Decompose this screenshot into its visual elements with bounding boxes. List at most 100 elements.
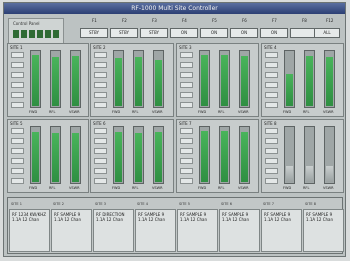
signal-meter-fill	[201, 54, 208, 106]
site-summary-card[interactable]: RF SAMPLE 9 1.1A 12 Chan	[51, 209, 92, 252]
channel-select-button[interactable]	[265, 168, 278, 174]
channel-select-button[interactable]	[11, 158, 24, 164]
channel-select-button[interactable]	[11, 148, 24, 154]
channel-select-button[interactable]	[94, 148, 107, 154]
summary-tab[interactable]: SITE 2	[53, 202, 94, 208]
channel-select-button[interactable]	[11, 52, 24, 58]
summary-tab[interactable]: SITE 4	[137, 202, 178, 208]
signal-meter-fill	[72, 56, 79, 106]
signal-meter	[219, 50, 230, 108]
signal-meter-fill	[286, 73, 293, 106]
channel-select-button[interactable]	[94, 62, 107, 68]
signal-meter	[30, 50, 41, 108]
channel-select-button[interactable]	[11, 138, 24, 144]
channel-select-button[interactable]	[180, 82, 193, 88]
channel-select-button[interactable]	[265, 148, 278, 154]
channel-select-button[interactable]	[180, 158, 193, 164]
site-panel: SITE 4 FWD RFL VSWR	[261, 43, 344, 117]
site-summary-card[interactable]: RF DIRECTION 1.1A 12 Chan	[93, 209, 134, 252]
function-key-button[interactable]: STBY	[80, 28, 108, 38]
channel-select-button[interactable]	[11, 62, 24, 68]
signal-meter-fill	[201, 131, 208, 182]
signal-meter-fill	[155, 132, 162, 182]
channel-select-button[interactable]	[180, 102, 193, 108]
channel-select-button[interactable]	[94, 178, 107, 184]
channel-select-button[interactable]	[265, 158, 278, 164]
channel-select-button[interactable]	[94, 82, 107, 88]
channel-select-button[interactable]	[180, 128, 193, 134]
site-panel-title: SITE 7	[179, 121, 192, 126]
signal-meter-fill	[306, 165, 313, 182]
channel-select-button[interactable]	[180, 148, 193, 154]
channel-select-button[interactable]	[265, 92, 278, 98]
site-summary-card[interactable]: RF SAMPLE 9 1.1A 12 Chan	[219, 209, 260, 252]
function-key-button[interactable]: ON	[170, 28, 198, 38]
meter-label: RFL	[218, 186, 225, 190]
meter-label: RFL	[218, 110, 225, 114]
meter-label: VSWR	[152, 110, 163, 114]
function-key-button[interactable]: ON	[230, 28, 258, 38]
meter-label: RFL	[132, 110, 139, 114]
meter-label: FWD	[198, 110, 207, 114]
site-summary-card[interactable]: RF SAMPLE 9 1.1A 12 Chan	[177, 209, 218, 252]
signal-meter-fill	[241, 131, 248, 182]
channel-select-button[interactable]	[94, 158, 107, 164]
channel-select-button[interactable]	[180, 62, 193, 68]
status-led	[37, 30, 43, 38]
signal-meter	[199, 126, 210, 184]
channel-select-button[interactable]	[94, 92, 107, 98]
channel-select-button[interactable]	[265, 138, 278, 144]
signal-meter	[153, 50, 164, 108]
channel-select-button[interactable]	[11, 128, 24, 134]
signal-meter	[284, 50, 295, 108]
site-summary-card[interactable]: RF SAMPLE 9 1.1A 12 Chan	[135, 209, 176, 252]
function-key-label: F4	[182, 18, 187, 23]
channel-select-button[interactable]	[180, 168, 193, 174]
signal-meter-fill	[221, 55, 228, 106]
channel-select-button[interactable]	[94, 168, 107, 174]
function-key-label: F12	[326, 18, 334, 23]
function-key-button[interactable]: STBY	[140, 28, 168, 38]
channel-select-button[interactable]	[94, 138, 107, 144]
site-panel-title: SITE 5	[10, 121, 23, 126]
channel-select-button[interactable]	[180, 72, 193, 78]
channel-select-button[interactable]	[94, 52, 107, 58]
channel-select-button[interactable]	[11, 82, 24, 88]
function-key-button[interactable]: ON	[260, 28, 288, 38]
channel-select-button[interactable]	[265, 102, 278, 108]
channel-select-button[interactable]	[11, 72, 24, 78]
channel-select-button[interactable]	[180, 52, 193, 58]
signal-meter	[239, 126, 250, 184]
channel-select-button[interactable]	[180, 178, 193, 184]
site-summary-card[interactable]: RF SAMPLE 9 1.1A 12 Chan	[303, 209, 344, 252]
signal-meter-fill	[115, 131, 122, 182]
function-key-button[interactable]: ALL	[314, 28, 340, 38]
channel-select-button[interactable]	[265, 82, 278, 88]
channel-select-button[interactable]	[94, 128, 107, 134]
summary-tab[interactable]: SITE 3	[95, 202, 136, 208]
function-key-button[interactable]: ON	[200, 28, 228, 38]
summary-tab[interactable]: SITE 7	[263, 202, 304, 208]
channel-select-button[interactable]	[11, 102, 24, 108]
summary-tab[interactable]: SITE 5	[179, 202, 220, 208]
channel-select-button[interactable]	[265, 72, 278, 78]
channel-select-button[interactable]	[11, 168, 24, 174]
channel-select-button[interactable]	[265, 52, 278, 58]
channel-select-button[interactable]	[265, 62, 278, 68]
site-summary-area: SITE 1 RF 1234 KW/KHZ 1.1A 12 Chan SITE 2R…	[7, 197, 346, 254]
summary-tab[interactable]: SITE 6	[221, 202, 262, 208]
channel-select-button[interactable]	[11, 178, 24, 184]
site-summary-card[interactable]: RF SAMPLE 9 1.1A 12 Chan	[261, 209, 302, 252]
summary-tab[interactable]: SITE 8	[305, 202, 346, 208]
channel-select-button[interactable]	[11, 92, 24, 98]
channel-select-button[interactable]	[265, 178, 278, 184]
channel-select-button[interactable]	[94, 102, 107, 108]
summary-tab[interactable]: SITE 1	[11, 202, 52, 208]
channel-select-button[interactable]	[94, 72, 107, 78]
channel-select-button[interactable]	[180, 138, 193, 144]
status-led	[45, 30, 51, 38]
channel-select-button[interactable]	[265, 128, 278, 134]
function-key-button[interactable]: STBY	[110, 28, 138, 38]
channel-select-button[interactable]	[180, 92, 193, 98]
site-summary-card[interactable]: RF 1234 KW/KHZ 1.1A 12 Chan	[9, 209, 50, 252]
